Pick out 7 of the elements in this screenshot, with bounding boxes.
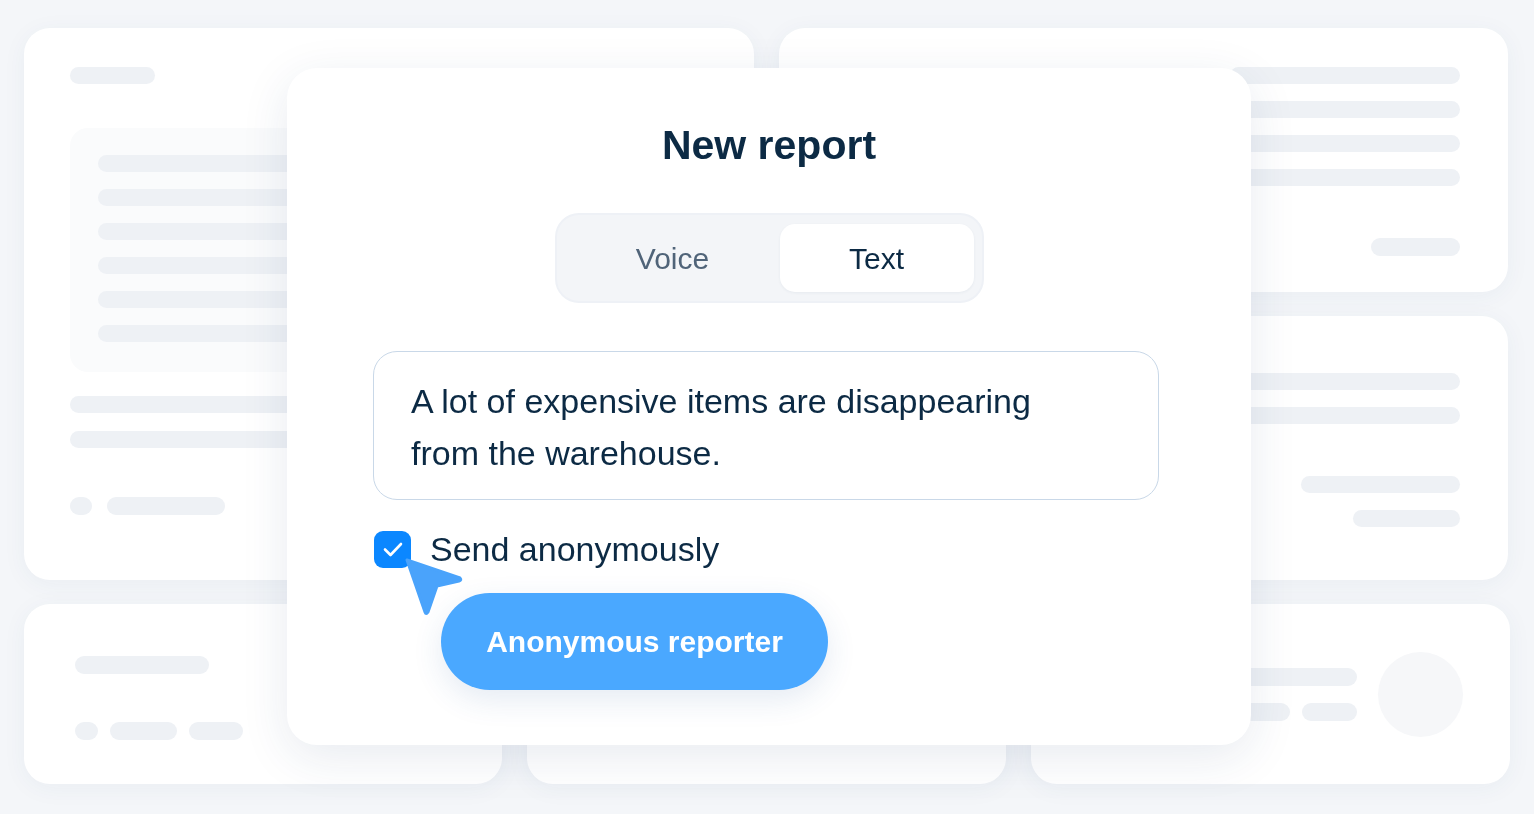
checkbox-label: Send anonymously [430,529,720,569]
report-text-field[interactable]: A lot of expensive items are disappearing from the warehouse. [373,351,1159,500]
check-icon [382,541,403,557]
anonymous-checkbox[interactable] [374,530,411,568]
mode-tab[interactable]: Text [779,224,974,292]
dialog-title: New report [661,121,877,170]
mode-tab[interactable]: Voice [565,224,780,292]
